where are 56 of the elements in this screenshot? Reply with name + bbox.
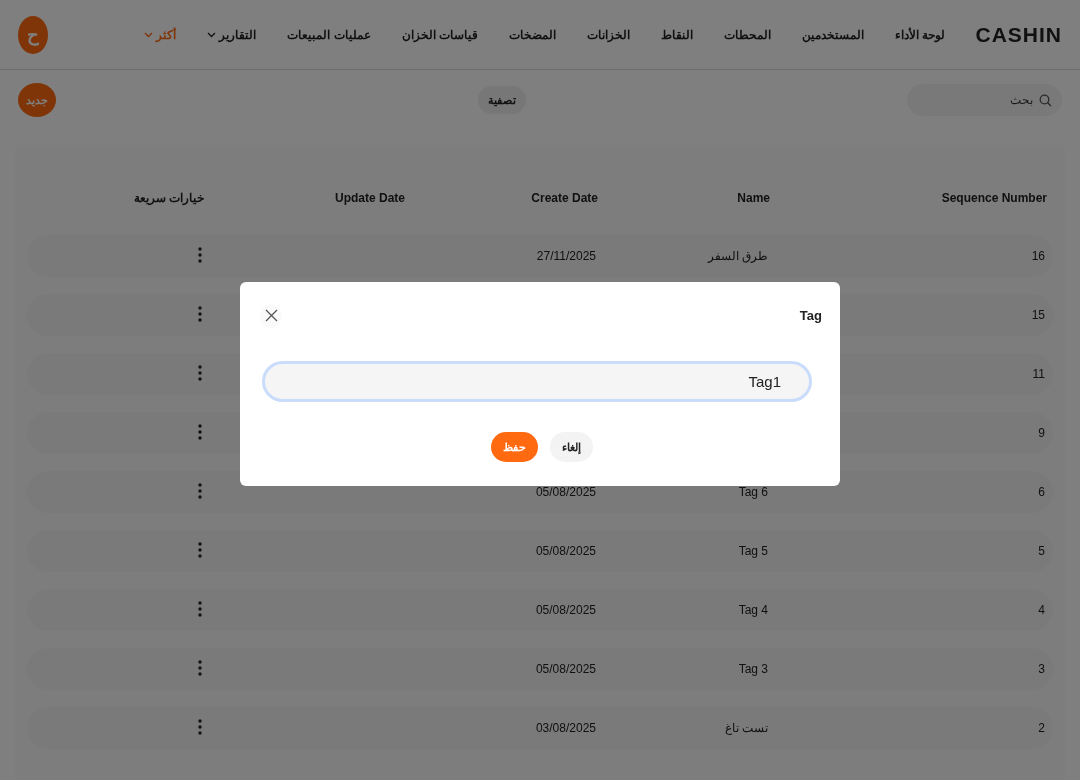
- table-cell: 05/08/2025: [535, 485, 596, 499]
- table-cell: 05/08/2025: [535, 603, 596, 617]
- table-cell: 15: [1031, 308, 1045, 322]
- search-icon: [1039, 94, 1052, 107]
- kebab-menu-icon[interactable]: [198, 423, 202, 440]
- column-header: Sequence Number: [940, 191, 1047, 205]
- close-icon: [264, 309, 278, 323]
- caret-icon: [207, 31, 217, 38]
- input-field[interactable]: Tag1: [262, 361, 812, 402]
- nav-link[interactable]: المحطات: [724, 27, 772, 42]
- nav-link[interactable]: المستخدمين: [802, 27, 865, 42]
- close-button[interactable]: [260, 303, 282, 328]
- nav-link[interactable]: المضخات: [509, 27, 557, 42]
- dialog-title: Tag: [799, 308, 822, 324]
- table-cell: 3: [1038, 662, 1045, 676]
- search-field[interactable]: بحث: [907, 84, 1062, 116]
- table-cell: 2: [1038, 721, 1045, 735]
- kebab-menu-icon[interactable]: [198, 600, 202, 617]
- column-header: Create Date: [530, 191, 598, 205]
- table-cell: Tag 5: [738, 544, 768, 558]
- table-cell: 27/11/2025: [536, 249, 596, 263]
- table-cell: 11: [1032, 367, 1045, 381]
- kebab-menu-icon[interactable]: [198, 718, 202, 735]
- column-header: Update Date: [334, 191, 405, 205]
- table-cell: 9: [1038, 426, 1045, 440]
- kebab-menu-icon[interactable]: [198, 305, 202, 322]
- column-header: خيارات سريعة: [132, 191, 204, 205]
- column-header: Name: [736, 191, 770, 205]
- filter-button[interactable]: تصفية: [477, 86, 526, 114]
- table-cell: 16: [1031, 249, 1045, 263]
- table-cell: تست تاغ: [724, 721, 768, 735]
- table-cell: 6: [1038, 485, 1045, 499]
- table-cell: 5: [1038, 544, 1045, 558]
- table-cell: طرق السفر: [707, 249, 768, 263]
- table-cell: 03/08/2025: [535, 721, 596, 735]
- save-button[interactable]: حفظ: [491, 432, 538, 462]
- table-cell: Tag 3: [738, 662, 768, 676]
- table-cell: Tag 4: [738, 603, 768, 617]
- logo: CASHIN: [975, 22, 1062, 47]
- nav-link[interactable]: التقارير: [207, 27, 257, 42]
- kebab-menu-icon[interactable]: [198, 482, 202, 499]
- nav-link[interactable]: الخزانات: [587, 27, 631, 42]
- caret-icon: [144, 31, 154, 38]
- nav-link[interactable]: قياسات الخزان: [401, 27, 479, 42]
- kebab-menu-icon[interactable]: [198, 246, 202, 263]
- kebab-menu-icon[interactable]: [198, 364, 202, 381]
- kebab-menu-icon[interactable]: [198, 541, 202, 558]
- table-cell: 05/08/2025: [535, 662, 596, 676]
- kebab-menu-icon[interactable]: [198, 659, 202, 676]
- cancel-button[interactable]: إلغاء: [550, 432, 593, 462]
- table-cell: Tag 6: [738, 485, 768, 499]
- nav-link[interactable]: عمليات المبيعات: [287, 27, 371, 42]
- table-cell: 05/08/2025: [535, 544, 596, 558]
- nav-link[interactable]: لوحة الأداء: [895, 27, 946, 42]
- table-cell: 4: [1038, 603, 1045, 617]
- nav-link[interactable]: النقاط: [661, 27, 694, 42]
